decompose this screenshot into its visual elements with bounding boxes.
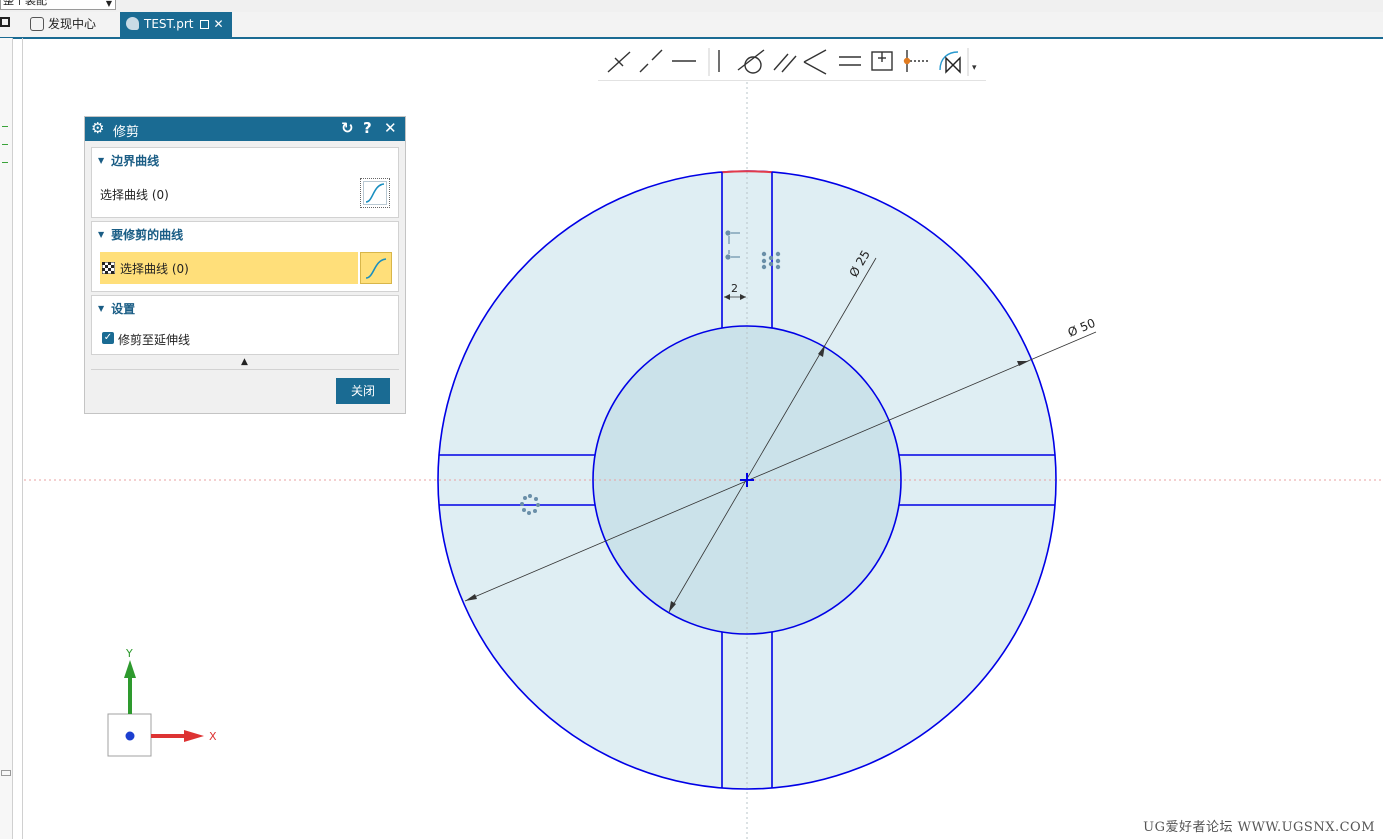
- collapse-triangle-icon: ▼: [98, 230, 105, 239]
- boundary-curve-section: ▼ 边界曲线 选择曲线 (0): [91, 147, 399, 218]
- gear-icon[interactable]: ⚙: [91, 120, 104, 137]
- dia50-dimension-text[interactable]: Ø 50: [1066, 316, 1098, 340]
- collapse-triangle-icon: ▼: [98, 304, 105, 313]
- boundary-section-header[interactable]: ▼ 边界曲线: [98, 152, 159, 169]
- trim-dialog: ⚙ 修剪 ↻ ? ✕ ▼ 边界曲线 选择曲线 (0) ▼ 要修剪的曲线 选择曲线 (…: [84, 116, 406, 414]
- trim-select-row[interactable]: 选择曲线 (0): [100, 252, 358, 284]
- boundary-select-label: 选择曲线 (0): [100, 188, 169, 202]
- dialog-title-bar[interactable]: ⚙ 修剪 ↻ ? ✕: [85, 117, 405, 141]
- slot-width-dimension-text[interactable]: 2: [731, 282, 738, 295]
- trim-select-label: 选择曲线 (0): [120, 262, 189, 276]
- curves-to-trim-section: ▼ 要修剪的曲线 选择曲线 (0): [91, 221, 399, 292]
- select-boundary-curve-button[interactable]: [360, 178, 390, 208]
- close-button[interactable]: 关闭: [336, 378, 390, 404]
- view-triad[interactable]: Y X: [107, 647, 217, 757]
- midpoint-icon[interactable]: [903, 50, 929, 72]
- point-on-curve-icon[interactable]: [607, 51, 631, 73]
- dialog-title: 修剪: [113, 125, 140, 140]
- x-axis-label: X: [209, 730, 217, 743]
- auto-constraint-icon[interactable]: [939, 51, 961, 74]
- select-trim-curve-button[interactable]: [360, 252, 392, 284]
- watermark-text: UG爱好者论坛 WWW.UGSNX.COM: [1143, 820, 1375, 835]
- highlighted-arc[interactable]: [721, 170, 773, 174]
- toolbar-more-icon[interactable]: ▾: [972, 63, 977, 73]
- close-dialog-icon[interactable]: ✕: [384, 119, 397, 138]
- curve-icon: [365, 258, 387, 279]
- collapse-triangle-icon: ▼: [98, 156, 105, 165]
- colinear-tangent-icon[interactable]: [639, 49, 663, 73]
- tangent-icon[interactable]: [737, 49, 765, 74]
- trim-to-extension-checkbox[interactable]: ✓: [102, 332, 114, 344]
- x-arrowhead: [184, 730, 204, 742]
- curve-icon: [365, 183, 385, 203]
- reset-icon[interactable]: ↻: [341, 119, 354, 138]
- parallel-icon[interactable]: [773, 53, 797, 73]
- trim-section-title: 要修剪的曲线: [111, 228, 184, 242]
- triad-origin: [125, 731, 135, 741]
- settings-section: ▼ 设置 ✓ 修剪至延伸线: [91, 295, 399, 355]
- trim-to-extension-label: 修剪至延伸线: [118, 333, 191, 347]
- equal-length-icon[interactable]: [839, 56, 861, 66]
- trim-section-header[interactable]: ▼ 要修剪的曲线: [98, 226, 183, 243]
- checkered-flag-icon: [102, 262, 115, 274]
- constraint-toolbar-icons: ▾: [607, 48, 977, 76]
- settings-section-header[interactable]: ▼ 设置: [98, 300, 135, 317]
- collapse-dialog-arrow-icon[interactable]: ▲: [241, 357, 248, 367]
- help-icon[interactable]: ?: [363, 119, 372, 138]
- y-arrowhead: [124, 660, 136, 678]
- boundary-section-title: 边界曲线: [111, 154, 160, 168]
- fixed-icon[interactable]: [871, 51, 893, 71]
- perpendicular-icon[interactable]: [803, 49, 827, 75]
- settings-section-title: 设置: [111, 302, 136, 316]
- dialog-divider: [91, 369, 399, 370]
- sketch-constraint-toolbar: ▾: [598, 44, 986, 81]
- y-axis-label: Y: [125, 647, 133, 660]
